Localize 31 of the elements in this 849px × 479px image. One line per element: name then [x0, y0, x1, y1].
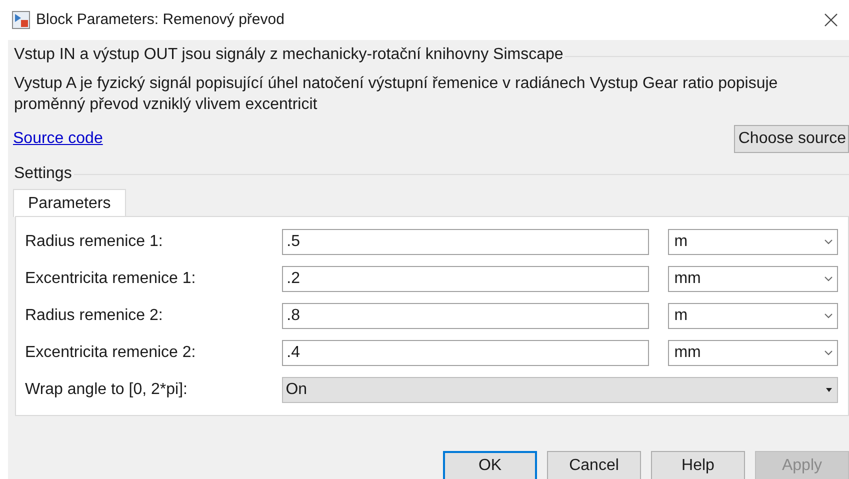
parameter-label: Excentricita remenice 2:	[25, 343, 197, 363]
input-field[interactable]: .2	[282, 266, 650, 292]
input-field[interactable]: .5	[282, 229, 650, 255]
chevron-down-icon	[824, 239, 833, 245]
tab[interactable]: Parameters	[13, 189, 126, 217]
unit-dropdown[interactable]: mm	[668, 340, 838, 366]
dialog-button[interactable]: OK	[443, 451, 537, 479]
dialog-button[interactable]: Help	[651, 451, 745, 479]
description-text: Vystup A je fyzický signál popisující úhel natočení výstupní řemenice v radiánech Vystup Gear ratio popisuje proměnný převod vzniklý vlivem excentricit	[13, 74, 779, 115]
parameter-label: Radius remenice 1:	[25, 232, 164, 252]
dropdown-arrow-icon	[826, 388, 832, 392]
parameter-label: Radius remenice 2:	[25, 306, 164, 326]
parameter-label: Wrap angle to [0, 2*pi]:	[25, 380, 188, 400]
chevron-down-icon	[824, 350, 833, 356]
group-title: Settings	[14, 164, 73, 184]
window-title: Block Parameters: Remenový převod	[36, 10, 286, 30]
input-field[interactable]: .8	[282, 303, 650, 329]
group-title: Vstup IN a výstup OUT jsou signály z mechanicky-rotační knihovny Simscape	[14, 45, 564, 65]
close-icon[interactable]	[823, 12, 839, 28]
unit-dropdown[interactable]: m	[668, 303, 838, 329]
dialog-button[interactable]: Cancel	[547, 451, 641, 479]
unit-dropdown[interactable]: mm	[668, 266, 838, 292]
input-field[interactable]: .4	[282, 340, 650, 366]
source-code-link[interactable]: Source code	[13, 127, 103, 151]
unit-dropdown[interactable]: m	[668, 229, 838, 255]
simulink-block-icon	[12, 11, 30, 29]
dropdown[interactable]: On	[282, 377, 838, 403]
choose-source-button[interactable]: Choose source	[734, 125, 849, 153]
parameter-label: Excentricita remenice 1:	[25, 269, 197, 289]
chevron-down-icon	[824, 276, 833, 282]
chevron-down-icon	[824, 313, 833, 319]
